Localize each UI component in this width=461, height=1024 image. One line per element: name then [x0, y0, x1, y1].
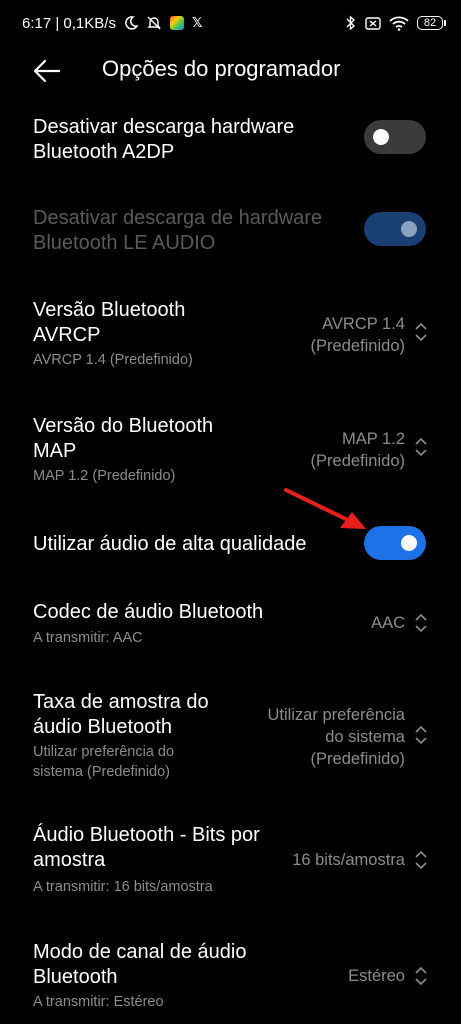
status-left: 6:17 | 0,1KB/s 𝕏 — [22, 15, 202, 32]
setting-title: Modo de canal de áudio Bluetooth — [33, 941, 247, 988]
setting-value: MAP 1.2 (Predefinido) — [311, 428, 405, 472]
app-notification-icon — [169, 16, 184, 30]
high-quality-audio-toggle[interactable] — [364, 526, 426, 560]
x-app-icon: 𝕏 — [191, 15, 203, 30]
moon-icon — [124, 16, 138, 30]
toggle-knob — [373, 129, 389, 145]
setting-title: Desativar descarga hardware Bluetooth A2… — [33, 116, 295, 163]
setting-summary: AVRCP 1.4 (Predefinido) — [33, 352, 193, 368]
setting-title: Utilizar áudio de alta qualidade — [33, 533, 307, 555]
chevron-up-down-icon — [414, 965, 428, 987]
status-bar: 6:17 | 0,1KB/s 𝕏 82 — [0, 0, 461, 46]
chevron-up-down-icon — [414, 849, 428, 871]
back-arrow-icon[interactable] — [33, 58, 61, 84]
setting-value: 16 bits/amostra — [292, 849, 405, 871]
setting-summary: Utilizar preferência do sistema (Predefi… — [33, 744, 175, 780]
status-time: 6:17 | 0,1KB/s — [22, 14, 116, 32]
value-line: AVRCP 1.4 — [322, 315, 405, 333]
value-line: (Predefinido) — [310, 337, 405, 355]
setting-row-bits-per-sample[interactable]: Áudio Bluetooth - Bits por amostra A tra… — [0, 813, 461, 909]
setting-summary: A transmitir: 16 bits/amostra — [33, 879, 213, 895]
setting-value: Estéreo — [348, 965, 405, 987]
setting-row-sample-rate[interactable]: Taxa de amostra do áudio Bluetooth Utili… — [0, 680, 461, 792]
no-sim-icon — [365, 16, 381, 31]
setting-title: Versão do Bluetooth MAP — [33, 415, 214, 462]
a2dp-offload-toggle[interactable] — [364, 120, 426, 154]
setting-row-avrcp-version[interactable]: Versão Bluetooth AVRCP AVRCP 1.4 (Predef… — [0, 288, 461, 384]
status-right: 82 — [345, 15, 446, 31]
setting-row-map-version[interactable]: Versão do Bluetooth MAP MAP 1.2 (Predefi… — [0, 404, 461, 500]
setting-value: Utilizar preferência do sistema (Predefi… — [267, 704, 405, 770]
page-title: Opções do programador — [102, 56, 341, 81]
app-header: Opções do programador — [0, 46, 461, 96]
setting-title: Áudio Bluetooth - Bits por amostra — [33, 824, 260, 871]
value-line: (Predefinido) — [310, 452, 405, 470]
le-audio-offload-toggle — [364, 212, 426, 246]
setting-summary: A transmitir: AAC — [33, 630, 143, 646]
value-line: Estéreo — [348, 967, 405, 985]
muted-bell-icon — [146, 15, 162, 31]
setting-row-audio-codec[interactable]: Codec de áudio Bluetooth A transmitir: A… — [0, 590, 461, 660]
battery-indicator: 82 — [417, 16, 446, 30]
value-line: Utilizar preferência — [267, 706, 405, 724]
setting-row-channel-mode[interactable]: Modo de canal de áudio Bluetooth A trans… — [0, 930, 461, 1024]
setting-row-le-audio-offload: Desativar descarga de hardware Bluetooth… — [0, 196, 461, 278]
value-line: do sistema — [325, 728, 405, 746]
chevron-up-down-icon — [414, 612, 428, 634]
toggle-knob — [401, 535, 417, 551]
value-line: (Predefinido) — [310, 750, 405, 768]
wifi-icon — [389, 16, 409, 31]
setting-title: Desativar descarga de hardware Bluetooth… — [33, 207, 323, 254]
setting-summary: A transmitir: Estéreo — [33, 994, 164, 1010]
bluetooth-icon — [345, 15, 357, 31]
chevron-up-down-icon — [414, 436, 428, 458]
setting-row-high-quality-audio[interactable]: Utilizar áudio de alta qualidade — [0, 515, 461, 575]
chevron-up-down-icon — [414, 724, 428, 746]
value-line: MAP 1.2 — [342, 430, 405, 448]
chevron-up-down-icon — [414, 321, 428, 343]
setting-title: Versão Bluetooth AVRCP — [33, 299, 186, 346]
setting-title: Taxa de amostra do áudio Bluetooth — [33, 691, 209, 738]
toggle-knob — [401, 221, 417, 237]
value-line: 16 bits/amostra — [292, 851, 405, 869]
setting-value: AVRCP 1.4 (Predefinido) — [311, 313, 405, 357]
value-line: AAC — [371, 614, 405, 632]
setting-value: AAC — [371, 612, 405, 634]
setting-row-a2dp-offload[interactable]: Desativar descarga hardware Bluetooth A2… — [0, 104, 461, 186]
battery-level: 82 — [423, 17, 437, 29]
setting-summary: MAP 1.2 (Predefinido) — [33, 468, 176, 484]
setting-title: Codec de áudio Bluetooth — [33, 601, 264, 623]
